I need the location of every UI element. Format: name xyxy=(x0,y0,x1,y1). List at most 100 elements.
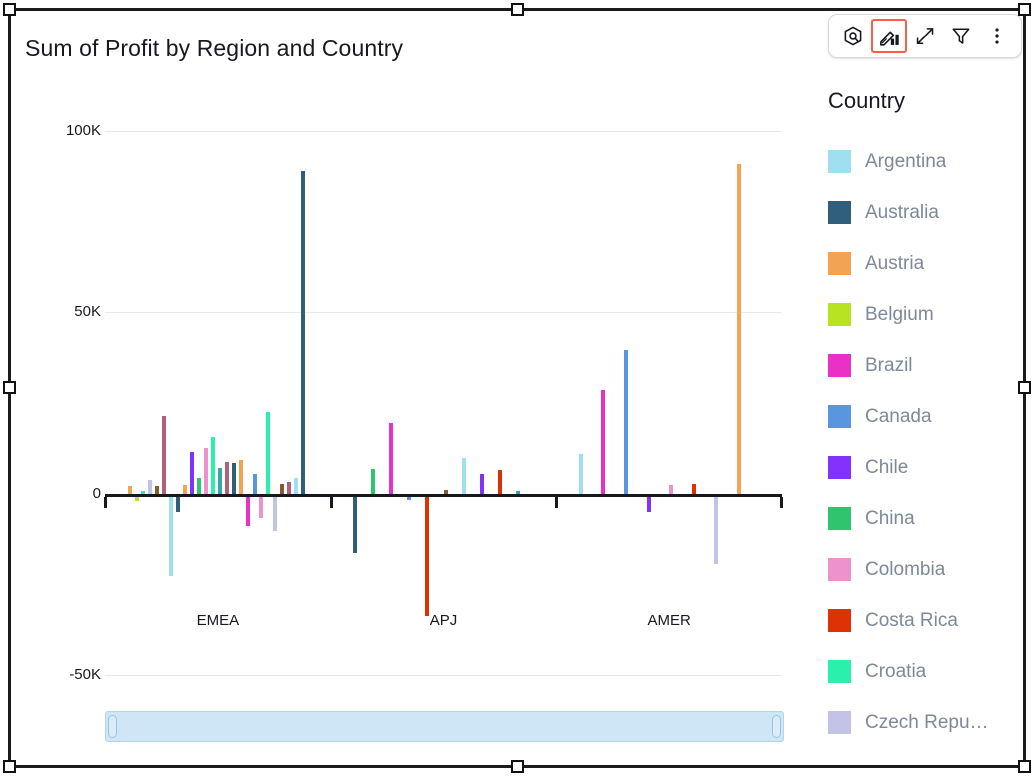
edit-chart-icon xyxy=(878,25,901,48)
chart-bar[interactable] xyxy=(128,486,132,493)
chart-bar[interactable] xyxy=(225,462,229,494)
chart-bar[interactable] xyxy=(176,497,180,513)
gridline xyxy=(105,675,782,676)
legend-item-label: Australia xyxy=(865,202,939,224)
legend-item-list: Argentina Australia Austria Belgium Brazil Ca… xyxy=(818,136,1018,748)
chart-bar[interactable] xyxy=(407,497,411,500)
resize-handle-middle-left[interactable] xyxy=(3,381,16,394)
chart-bar[interactable] xyxy=(246,497,250,526)
legend-swatch-icon xyxy=(828,252,851,275)
insights-icon xyxy=(842,25,864,47)
chart-bar[interactable] xyxy=(371,469,375,494)
legend-item-label: Brazil xyxy=(865,355,913,377)
chart-bar[interactable] xyxy=(516,491,520,493)
range-right-handle[interactable] xyxy=(772,715,781,738)
legend-item[interactable]: Croatia xyxy=(818,646,1018,697)
legend-swatch-icon xyxy=(828,405,851,428)
chart-bar[interactable] xyxy=(266,412,270,494)
chart-bar[interactable] xyxy=(169,497,173,577)
filter-button[interactable] xyxy=(943,19,979,53)
legend-item[interactable]: Czech Repu… xyxy=(818,697,1018,748)
chart-bar[interactable] xyxy=(647,497,651,512)
range-left-handle[interactable] xyxy=(108,715,117,738)
chart-bar[interactable] xyxy=(259,497,263,519)
chart-bar[interactable] xyxy=(135,497,139,501)
legend-item-label: Czech Repu… xyxy=(865,712,989,734)
filter-icon xyxy=(950,25,972,47)
more-options-button[interactable] xyxy=(979,19,1015,53)
chart-bar[interactable] xyxy=(155,486,159,494)
chart-bar[interactable] xyxy=(190,452,194,494)
legend-item-label: Belgium xyxy=(865,304,934,326)
visual-toolbar xyxy=(828,14,1022,58)
chart-bar[interactable] xyxy=(353,497,357,553)
chart-bar[interactable] xyxy=(669,485,673,493)
chart-bar[interactable] xyxy=(197,478,201,493)
legend-swatch-icon xyxy=(828,558,851,581)
insights-button[interactable] xyxy=(835,19,871,53)
chart-bar[interactable] xyxy=(498,470,502,493)
resize-handle-bottom-center[interactable] xyxy=(511,760,524,773)
chart-bar[interactable] xyxy=(389,423,393,494)
x-axis-tick xyxy=(330,497,333,508)
legend-item[interactable]: Belgium xyxy=(818,289,1018,340)
plot-canvas[interactable]: 100K50K0-50KEMEAAPJAMER xyxy=(11,75,801,715)
legend-item[interactable]: Brazil xyxy=(818,340,1018,391)
chart-bar[interactable] xyxy=(444,490,448,493)
chart-bar[interactable] xyxy=(183,485,187,493)
resize-handle-top-right[interactable] xyxy=(1018,3,1031,16)
legend-item[interactable]: Austria xyxy=(818,238,1018,289)
resize-handle-middle-right[interactable] xyxy=(1018,381,1031,394)
resize-handle-bottom-right[interactable] xyxy=(1018,760,1031,773)
edit-chart-button[interactable] xyxy=(871,19,907,53)
chart-area: 100K50K0-50KEMEAAPJAMER xyxy=(11,75,801,755)
resize-handle-bottom-left[interactable] xyxy=(3,760,16,773)
maximize-button[interactable] xyxy=(907,19,943,53)
chart-bar[interactable] xyxy=(480,474,484,494)
y-axis-tick-label: 100K xyxy=(11,122,101,139)
chart-bar[interactable] xyxy=(253,474,257,494)
chart-bar[interactable] xyxy=(294,478,298,493)
chart-bar[interactable] xyxy=(462,458,466,494)
legend-item-label: Canada xyxy=(865,406,932,428)
chart-bar[interactable] xyxy=(239,460,243,494)
resize-handle-top-left[interactable] xyxy=(3,3,16,16)
legend-swatch-icon xyxy=(828,456,851,479)
legend-item[interactable]: Australia xyxy=(818,187,1018,238)
x-axis-group-label: APJ xyxy=(430,612,458,629)
resize-handle-top-center[interactable] xyxy=(511,3,524,16)
chart-bar[interactable] xyxy=(204,448,208,493)
chart-bar[interactable] xyxy=(211,437,215,493)
chart-bar[interactable] xyxy=(232,463,236,494)
legend: Country ArgentinaAustraliaAustriaBelgium… xyxy=(818,78,1018,752)
legend-item[interactable]: Chile xyxy=(818,442,1018,493)
range-scrollbar[interactable] xyxy=(105,711,784,742)
chart-bar[interactable] xyxy=(692,484,696,493)
chart-bar[interactable] xyxy=(737,164,741,494)
chart-bar[interactable] xyxy=(280,484,284,494)
chart-bar[interactable] xyxy=(301,171,305,494)
legend-item[interactable]: China xyxy=(818,493,1018,544)
chart-bar[interactable] xyxy=(141,491,145,494)
legend-item-label: Argentina xyxy=(865,151,946,173)
more-options-icon xyxy=(987,25,1007,47)
chart-bar[interactable] xyxy=(601,390,605,493)
chart-bar[interactable] xyxy=(273,497,277,531)
legend-item[interactable]: Argentina xyxy=(818,136,1018,187)
chart-bar[interactable] xyxy=(425,497,429,617)
legend-swatch-icon xyxy=(828,660,851,683)
chart-bar[interactable] xyxy=(162,416,166,494)
x-axis-tick xyxy=(555,497,558,508)
chart-bar[interactable] xyxy=(218,468,222,493)
chart-bar[interactable] xyxy=(287,482,291,494)
legend-item-label: Costa Rica xyxy=(865,610,958,632)
gridline xyxy=(105,131,782,132)
chart-bar[interactable] xyxy=(624,350,628,493)
chart-bar[interactable] xyxy=(148,480,152,494)
legend-item[interactable]: Costa Rica xyxy=(818,595,1018,646)
chart-bar[interactable] xyxy=(714,497,718,564)
legend-item[interactable]: Colombia xyxy=(818,544,1018,595)
expand-icon xyxy=(914,25,936,47)
legend-item[interactable]: Canada xyxy=(818,391,1018,442)
chart-bar[interactable] xyxy=(579,454,583,494)
